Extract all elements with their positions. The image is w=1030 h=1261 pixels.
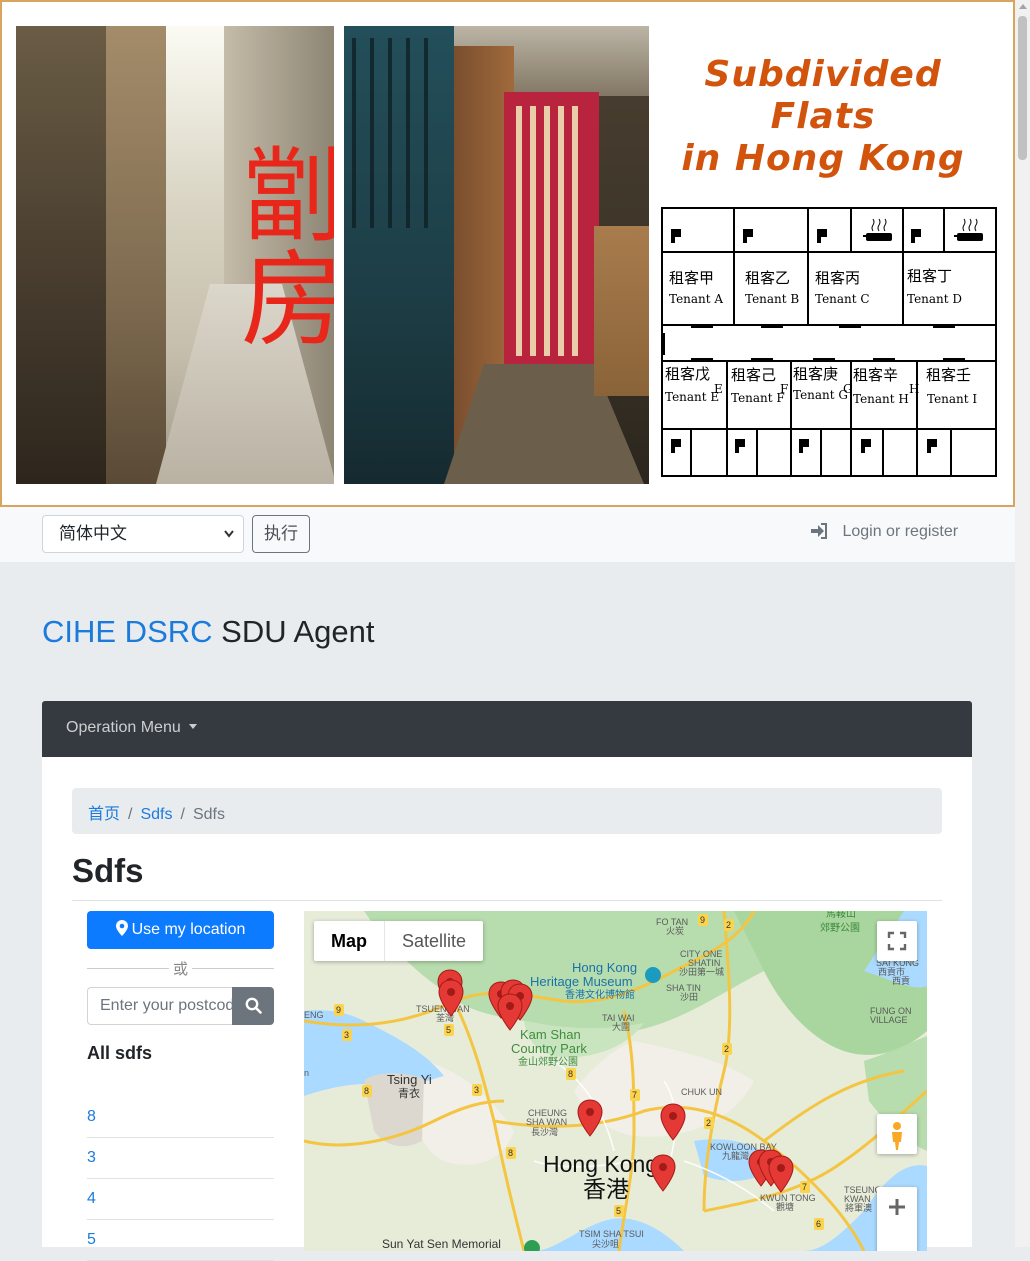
sdf-marker[interactable] bbox=[660, 1103, 686, 1141]
page-scrollbar[interactable] bbox=[1015, 0, 1030, 1247]
tenant-b-en: Tenant B bbox=[745, 292, 799, 306]
tenant-a-zh: 租客甲 bbox=[669, 269, 714, 287]
zoom-control bbox=[877, 1187, 917, 1251]
caret-down-icon bbox=[188, 724, 197, 729]
floorplan-diagram: 租客甲 租客乙 租客丙 租客丁 Tenant A Tenant B Tenant… bbox=[661, 207, 997, 477]
site-title-accent[interactable]: CIHE DSRC bbox=[42, 614, 213, 649]
tenant-h-zh: 租客辛 bbox=[853, 366, 898, 384]
tenant-d-en: Tenant D bbox=[907, 292, 962, 306]
banner-glyph: 劏 房 bbox=[238, 144, 334, 352]
breadcrumb-separator: / bbox=[128, 806, 133, 823]
list-item: 5 bbox=[87, 1220, 274, 1261]
search-button[interactable] bbox=[232, 987, 274, 1025]
sdf-marker[interactable] bbox=[650, 1154, 676, 1192]
sdf-link[interactable]: 8 bbox=[87, 1108, 96, 1125]
tenant-c-zh: 租客丙 bbox=[815, 269, 860, 287]
door-letter-f: F bbox=[780, 382, 788, 396]
tenant-e-zh: 租客戊 bbox=[665, 365, 710, 383]
scrollbar-thumb[interactable] bbox=[1018, 16, 1027, 160]
chevron-down-icon bbox=[223, 516, 235, 566]
map-marker-icon bbox=[115, 920, 132, 938]
marker-layer bbox=[437, 969, 794, 1193]
all-sdfs-heading: All sdfs bbox=[87, 1043, 153, 1063]
sdf-marker[interactable] bbox=[577, 1099, 603, 1137]
tenant-g-en: Tenant G bbox=[793, 388, 848, 402]
tenant-b-zh: 租客乙 bbox=[745, 269, 790, 287]
banner-title-line1: Subdivided Flats bbox=[704, 54, 942, 137]
sdf-link[interactable]: 4 bbox=[87, 1190, 96, 1207]
list-item: 4 bbox=[87, 1179, 274, 1220]
language-select-value: 简体中文 bbox=[59, 524, 127, 543]
login-register-link[interactable]: Login or register bbox=[810, 523, 958, 541]
site-title: CIHE DSRC SDU Agent bbox=[42, 612, 375, 652]
tenant-d-zh: 租客丁 bbox=[907, 267, 952, 285]
top-bar: 简体中文 执行 Login or register bbox=[0, 507, 1015, 562]
sdf-map[interactable]: FO TAN 火炭 CITY ONE SHATIN 沙田第一城 SHA TIN … bbox=[304, 911, 927, 1251]
sdf-marker[interactable] bbox=[768, 1155, 794, 1193]
doorway-photo bbox=[344, 26, 649, 484]
use-location-button[interactable]: Use my location bbox=[87, 911, 274, 949]
street-view-button[interactable] bbox=[877, 1114, 917, 1154]
postcode-input[interactable]: Enter your postcode bbox=[87, 987, 233, 1025]
tenant-f-zh: 租客己 bbox=[731, 366, 776, 384]
site-title-rest: SDU Agent bbox=[221, 614, 375, 649]
sdf-link[interactable]: 3 bbox=[87, 1149, 96, 1166]
corridor-photo: 劏 房 bbox=[16, 26, 334, 484]
zoom-in-button[interactable] bbox=[877, 1187, 917, 1227]
content-card: 首页 / Sdfs / Sdfs Sdfs Use my location 或 Ente… bbox=[42, 757, 972, 1261]
map-type-map[interactable]: Map bbox=[314, 921, 385, 961]
pegman-icon bbox=[877, 1122, 917, 1158]
glyph-bottom: 房 bbox=[240, 239, 334, 361]
heading-divider bbox=[72, 900, 942, 901]
operation-navbar: Operation Menu bbox=[42, 701, 972, 757]
banner-title: Subdivided Flats in Hong Kong bbox=[650, 54, 996, 180]
or-divider: 或 bbox=[87, 957, 274, 979]
tenant-i-en: Tenant I bbox=[927, 392, 977, 406]
map-type-control: Map Satellite bbox=[314, 921, 484, 961]
login-label: Login or register bbox=[842, 523, 959, 540]
fullscreen-button[interactable] bbox=[877, 921, 917, 961]
sdf-marker[interactable] bbox=[497, 993, 523, 1031]
operation-menu-label: Operation Menu bbox=[66, 719, 181, 736]
sdf-marker[interactable] bbox=[438, 979, 464, 1017]
scroll-up-icon bbox=[1019, 4, 1027, 9]
breadcrumb-separator: / bbox=[180, 806, 185, 823]
breadcrumb-current: Sdfs bbox=[192, 806, 225, 823]
banner: 劏 房 Subdivided Flats in Hong Kong 租客甲 租客… bbox=[0, 0, 1015, 507]
tenant-a-en: Tenant A bbox=[669, 292, 723, 306]
page-title: Sdfs bbox=[72, 852, 144, 889]
search-icon bbox=[245, 997, 262, 1018]
breadcrumb-home[interactable]: 首页 bbox=[88, 806, 120, 823]
go-button[interactable]: 执行 bbox=[252, 515, 310, 553]
plus-icon bbox=[877, 1199, 917, 1231]
glyph-top: 劏 bbox=[240, 135, 334, 257]
sdf-link[interactable]: 5 bbox=[87, 1231, 96, 1248]
tenant-c-en: Tenant C bbox=[815, 292, 870, 306]
tenant-f-en: Tenant F bbox=[731, 391, 785, 405]
or-label: 或 bbox=[169, 958, 193, 979]
banner-title-line2: in Hong Kong bbox=[681, 138, 965, 179]
door-letter-h: H bbox=[909, 382, 919, 396]
list-item: 8 bbox=[87, 1097, 274, 1138]
fullscreen-icon bbox=[877, 931, 917, 965]
tenant-h-en: Tenant H bbox=[853, 392, 909, 406]
sdf-list: 8 3 4 5 bbox=[87, 1097, 274, 1261]
use-location-label: Use my location bbox=[131, 921, 246, 938]
door-letter-e: E bbox=[714, 382, 723, 396]
breadcrumb: 首页 / Sdfs / Sdfs bbox=[72, 788, 942, 834]
tenant-g-zh: 租客庚 bbox=[793, 365, 838, 383]
language-select[interactable]: 简体中文 bbox=[42, 515, 244, 553]
breadcrumb-sdfs[interactable]: Sdfs bbox=[140, 806, 172, 823]
list-item: 3 bbox=[87, 1138, 274, 1179]
tenant-e-en: Tenant E bbox=[665, 390, 719, 404]
door-letter-g: G bbox=[843, 382, 853, 396]
tenant-i-zh: 租客壬 bbox=[926, 366, 971, 384]
sign-in-icon bbox=[810, 523, 842, 540]
operation-menu-toggle[interactable]: Operation Menu bbox=[66, 719, 197, 737]
map-type-satellite[interactable]: Satellite bbox=[385, 921, 483, 961]
